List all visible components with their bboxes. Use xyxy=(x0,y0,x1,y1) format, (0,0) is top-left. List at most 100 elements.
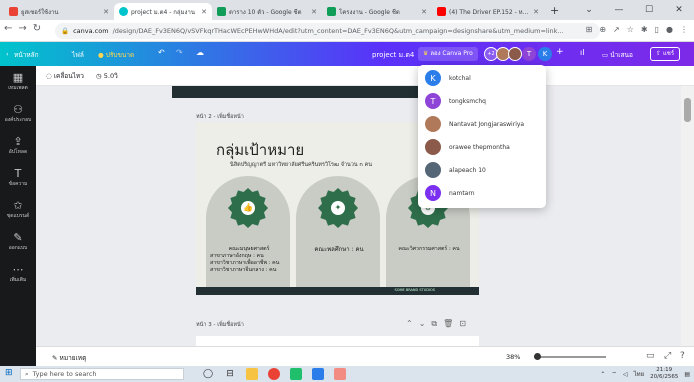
new-tab-button[interactable]: + xyxy=(550,4,559,17)
present-button[interactable]: ▭ นำเสนอ xyxy=(602,50,633,60)
chevron-down-icon[interactable]: ⌄ xyxy=(419,319,432,328)
collaborator-avatar[interactable]: K xyxy=(538,47,552,61)
maximize-icon[interactable]: ☐ xyxy=(634,0,664,20)
fullscreen-icon[interactable]: ⤢ xyxy=(664,351,671,361)
clock[interactable]: 21:19 20/6/2565 xyxy=(650,367,678,381)
slide-title[interactable]: กลุ่มเป้าหมาย xyxy=(216,138,304,162)
taskview-icon[interactable]: ◯ xyxy=(202,368,214,380)
close-tab-icon[interactable]: ✕ xyxy=(533,8,539,16)
tray-up-icon[interactable]: ⌃ xyxy=(600,371,605,378)
canvas-workspace: หน้า 2 - เพิ่มชื่อหน้า กลุ่มเป้าหมาย นิส… xyxy=(36,86,681,346)
scroll-thumb[interactable] xyxy=(684,98,691,122)
page-2-label[interactable]: หน้า 2 - เพิ่มชื่อหน้า xyxy=(196,113,244,121)
lock-icon: 🔒 xyxy=(61,27,70,35)
file-explorer-icon[interactable] xyxy=(246,368,258,380)
sidebar-icon[interactable]: ▯ xyxy=(655,25,659,34)
tab-search-icon[interactable]: ⌄ xyxy=(574,0,604,20)
collaborator-item[interactable]: orawee thepmontha xyxy=(425,138,510,156)
delete-icon[interactable]: 🗑 xyxy=(443,319,459,328)
vertical-scrollbar[interactable] xyxy=(681,86,694,346)
back-icon[interactable]: ← xyxy=(4,23,12,34)
try-pro-button[interactable]: ♛ ลอง Canva Pro xyxy=(418,47,478,61)
close-tab-icon[interactable]: ✕ xyxy=(311,8,317,16)
close-tab-icon[interactable]: ✕ xyxy=(201,8,207,16)
word-icon[interactable] xyxy=(312,368,324,380)
browser-tab[interactable]: (4) The Driver EP.152 - หนุ่ม ✕ xyxy=(432,3,544,20)
language-indicator[interactable]: ไทย xyxy=(634,369,645,379)
volume-icon[interactable]: ◁ xyxy=(623,371,628,378)
windows-start-icon[interactable]: ⊞ xyxy=(5,368,13,378)
help-icon[interactable]: ? xyxy=(680,351,685,361)
duration-button[interactable]: ◷ 5.0วิ xyxy=(96,71,118,81)
rail-templates[interactable]: ▦ เทมเพลต xyxy=(0,72,36,92)
close-window-icon[interactable]: ✕ xyxy=(664,0,694,20)
browser-tab[interactable]: โครงงาน - Google ชีต ✕ xyxy=(322,3,432,20)
browser-tab[interactable]: ตาราง 10 ตัว - Google ชีต ✕ xyxy=(212,3,322,20)
faculty-card[interactable]: ✦ คณะพลศึกษา : คน xyxy=(296,176,380,294)
rail-elements[interactable]: ⚇ องค์ประกอบ xyxy=(0,104,36,124)
browser-action-icons: ⊞ ⊕ ↗ ☆ ✱ ▯ ● ⋮ xyxy=(586,25,688,34)
notes-button[interactable]: ✎ หมายเหตุ xyxy=(52,353,86,363)
faculty-card[interactable]: 👍 คณะมนุษยศาสตร์ สาขาภาษาอังกฤษ : คน สาข… xyxy=(206,176,290,294)
avatar xyxy=(425,116,441,132)
collaborator-item[interactable]: T tongksmchq xyxy=(425,92,486,110)
bookmark-star-icon[interactable]: ☆ xyxy=(627,25,634,34)
network-icon[interactable]: ⌔ xyxy=(611,370,617,378)
animate-button[interactable]: ◌ เคลื่อนไหว xyxy=(46,71,84,81)
rail-more[interactable]: ⋯ เพิ่มเติม xyxy=(0,264,36,284)
collaborator-avatar[interactable] xyxy=(508,47,522,61)
slide-subtitle[interactable]: นิสิตปริญญาตรี มหาวิทยาลัยศรีนครินทรวิโร… xyxy=(230,161,372,169)
slide-page-3[interactable] xyxy=(196,336,479,346)
minimize-icon[interactable]: — xyxy=(604,0,634,20)
browser-tab[interactable]: ยูสเซอร์ใช้งาน ✕ xyxy=(4,3,114,20)
rail-draw[interactable]: ✎ ออกแบบ xyxy=(0,232,36,252)
widgets-icon[interactable]: ⊟ xyxy=(224,368,236,380)
rail-text[interactable]: T ข้อความ xyxy=(0,168,36,188)
browser-tab-bar: ยูสเซอร์ใช้งาน ✕ project ม.ต4 - กลุ่มงาน… xyxy=(0,0,694,20)
zoom-level: 38% xyxy=(506,353,521,361)
resize-button[interactable]: ● ปรับขนาด xyxy=(98,50,134,60)
url-input[interactable]: 🔒 canva.com/design/DAE_Fv3EN6Q/vSVFkqrTH… xyxy=(55,23,600,39)
share-page-icon[interactable]: ↗ xyxy=(613,25,620,34)
browser-tab-active[interactable]: project ม.ต4 - กลุ่มงาน ✕ xyxy=(114,3,212,20)
zoom-slider-thumb[interactable] xyxy=(534,353,541,360)
collaborator-item[interactable]: N namtarn xyxy=(425,184,475,202)
profile-icon[interactable]: ● xyxy=(666,25,673,34)
app-icon[interactable] xyxy=(334,368,346,380)
share-button[interactable]: ⇧ แชร์ xyxy=(650,47,681,61)
line-app-icon[interactable] xyxy=(290,368,302,380)
collaborator-item[interactable]: Nantavat Jongjaraswiriya xyxy=(425,115,524,133)
project-title[interactable]: project ม.ต4 xyxy=(372,50,414,61)
insights-icon[interactable]: ıl xyxy=(580,48,584,57)
chevron-up-icon[interactable]: ⌃ xyxy=(406,319,419,328)
close-tab-icon[interactable]: ✕ xyxy=(103,8,109,16)
extensions-icon[interactable]: ✱ xyxy=(641,25,648,34)
chrome-icon[interactable] xyxy=(268,368,280,380)
redo-icon[interactable]: ↷ xyxy=(176,48,183,57)
undo-icon[interactable]: ↶ xyxy=(158,48,165,57)
collaborator-item[interactable]: alapeach 10 xyxy=(425,161,486,179)
forward-icon[interactable]: → xyxy=(18,23,26,34)
zoom-slider[interactable] xyxy=(534,353,606,360)
home-button[interactable]: หน้าหลัก xyxy=(14,50,39,60)
rail-uploads[interactable]: ⇪ อัปโหลด xyxy=(0,136,36,156)
back-home-icon[interactable]: ‹ xyxy=(6,50,9,58)
timer-icon: ◷ xyxy=(96,72,102,80)
collaborator-avatar[interactable]: T xyxy=(522,47,536,61)
duplicate-icon[interactable]: ⧉ xyxy=(431,319,443,328)
zoom-icon[interactable]: ⊕ xyxy=(599,25,606,34)
menu-icon[interactable]: ⋮ xyxy=(680,25,688,34)
page-3-label[interactable]: หน้า 3 - เพิ่มชื่อหน้า xyxy=(196,321,244,329)
rail-brand[interactable]: ✩ ชุดแบรนด์ xyxy=(0,200,36,220)
address-bar-row: ← → ↻ 🔒 canva.com/design/DAE_Fv3EN6Q/vSV… xyxy=(0,20,694,42)
grid-view-icon[interactable]: ▭ xyxy=(646,351,655,361)
close-tab-icon[interactable]: ✕ xyxy=(421,8,427,16)
taskbar-search[interactable]: ⌕ Type here to search xyxy=(20,368,184,380)
collaborator-item[interactable]: K kotchal xyxy=(425,69,471,87)
file-menu[interactable]: ไฟล์ xyxy=(72,50,84,60)
add-page-icon[interactable]: ⊡ xyxy=(459,319,472,328)
notification-icon[interactable]: ▤ xyxy=(684,371,690,378)
reload-icon[interactable]: ↻ xyxy=(33,23,41,34)
install-icon[interactable]: ⊞ xyxy=(586,25,593,34)
add-people-icon[interactable]: + xyxy=(556,47,564,57)
